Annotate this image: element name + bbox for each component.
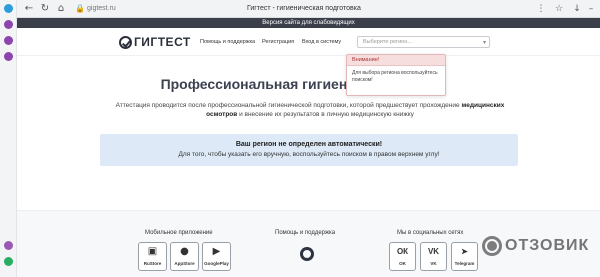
appstore-button[interactable]: ● AppStore	[170, 242, 199, 271]
popover-text: Для выбора региона воспользуйтесь поиско…	[352, 70, 438, 83]
logo-text: ГИГТЕСТ	[134, 35, 191, 49]
mobile-app-heading: Мобильное приложение	[145, 230, 213, 236]
region-placeholder: Выберите регион...	[363, 39, 412, 45]
googleplay-icon: ▶	[212, 246, 221, 257]
rustore-icon: ▣	[147, 246, 158, 257]
vk-icon: VK	[427, 247, 440, 256]
browser-side-panel	[0, 0, 17, 277]
hero-title: Профессиональная гигиеническ	[17, 76, 600, 92]
support-heading: Помощь и поддержка	[275, 230, 336, 236]
nav-register-link[interactable]: Регистрация	[262, 39, 294, 46]
vk-label: VK	[430, 261, 437, 266]
browser-toolbar: ← ↻ ⌂ 🔒 gigtest.ru Гигтест - гигиеническ…	[17, 0, 600, 18]
ok-label: OK	[399, 261, 406, 266]
player-icon[interactable]	[4, 52, 13, 61]
accessibility-bar[interactable]: Версия сайта для слабовидящих	[17, 18, 600, 28]
lock-icon: 🔒	[75, 4, 85, 13]
site-header: ГИГТЕСТ Помощь и поддержка Регистрация В…	[17, 28, 600, 56]
telegram-button[interactable]: ➤ Telegram	[451, 242, 478, 271]
settings-icon[interactable]	[4, 241, 13, 250]
minimize-icon[interactable]: –	[585, 3, 597, 15]
hero-desc-after: и внесение их результатов в личную медиц…	[237, 111, 414, 118]
star-icon[interactable]: ☆	[553, 3, 565, 15]
social-heading: Мы в социальных сетях	[397, 230, 464, 236]
info-text: Для того, чтобы указать его вручную, вос…	[178, 151, 440, 158]
home-icon[interactable]: ⌂	[55, 3, 67, 15]
support-headset-icon[interactable]	[300, 247, 314, 261]
extension-icon[interactable]	[4, 257, 13, 266]
messenger-icon[interactable]	[4, 4, 13, 13]
info-title: Ваш регион не определен автоматически!	[235, 141, 383, 148]
apple-icon: ●	[180, 246, 189, 257]
menu-icon[interactable]: ⋮	[535, 3, 547, 15]
logo-check-icon	[119, 35, 132, 49]
vk-icon[interactable]	[4, 36, 13, 45]
ok-icon: ОК	[396, 247, 409, 256]
telegram-label: Telegram	[454, 261, 475, 266]
ok-button[interactable]: ОК OK	[389, 242, 416, 271]
googleplay-button[interactable]: ▶ GooglePlay	[202, 242, 231, 271]
googleplay-label: GooglePlay	[204, 261, 229, 266]
chevron-down-icon: ▾	[482, 39, 486, 46]
nav-login-link[interactable]: Вход в систему	[302, 39, 341, 46]
vk-button[interactable]: VK VK	[420, 242, 447, 271]
appstore-label: AppStore	[174, 261, 195, 266]
download-icon[interactable]: ↓	[571, 3, 583, 15]
popover-title: Внимание!	[347, 55, 445, 66]
watermark: ОТЗОВИК	[482, 236, 589, 256]
page-title: Гигтест - гигиеническая подготовка	[247, 5, 361, 12]
region-info-box: Ваш регион не определен автоматически! Д…	[100, 134, 518, 166]
back-arrow-icon[interactable]: ←	[23, 3, 35, 15]
watermark-logo-icon	[482, 236, 502, 256]
hero-desc-before: Аттестация проводится после профессионал…	[115, 102, 462, 109]
region-warning-popover: Внимание! Для выбора региона воспользуйт…	[346, 54, 446, 96]
nav-help-link[interactable]: Помощь и поддержка	[200, 39, 255, 46]
rustore-button[interactable]: ▣ RuStore	[138, 242, 167, 271]
hero-description: Аттестация проводится после профессионал…	[105, 101, 515, 119]
region-select[interactable]: Выберите регион... ▾	[357, 36, 490, 48]
telegram-icon[interactable]	[4, 20, 13, 29]
address-bar[interactable]: gigtest.ru	[87, 4, 116, 14]
accessibility-link[interactable]: Версия сайта для слабовидящих	[17, 19, 600, 27]
rustore-label: RuStore	[143, 261, 162, 266]
refresh-icon[interactable]: ↻	[39, 3, 51, 15]
site-logo[interactable]: ГИГТЕСТ	[119, 35, 191, 49]
watermark-text: ОТЗОВИК	[505, 237, 590, 254]
telegram-icon: ➤	[461, 247, 468, 256]
